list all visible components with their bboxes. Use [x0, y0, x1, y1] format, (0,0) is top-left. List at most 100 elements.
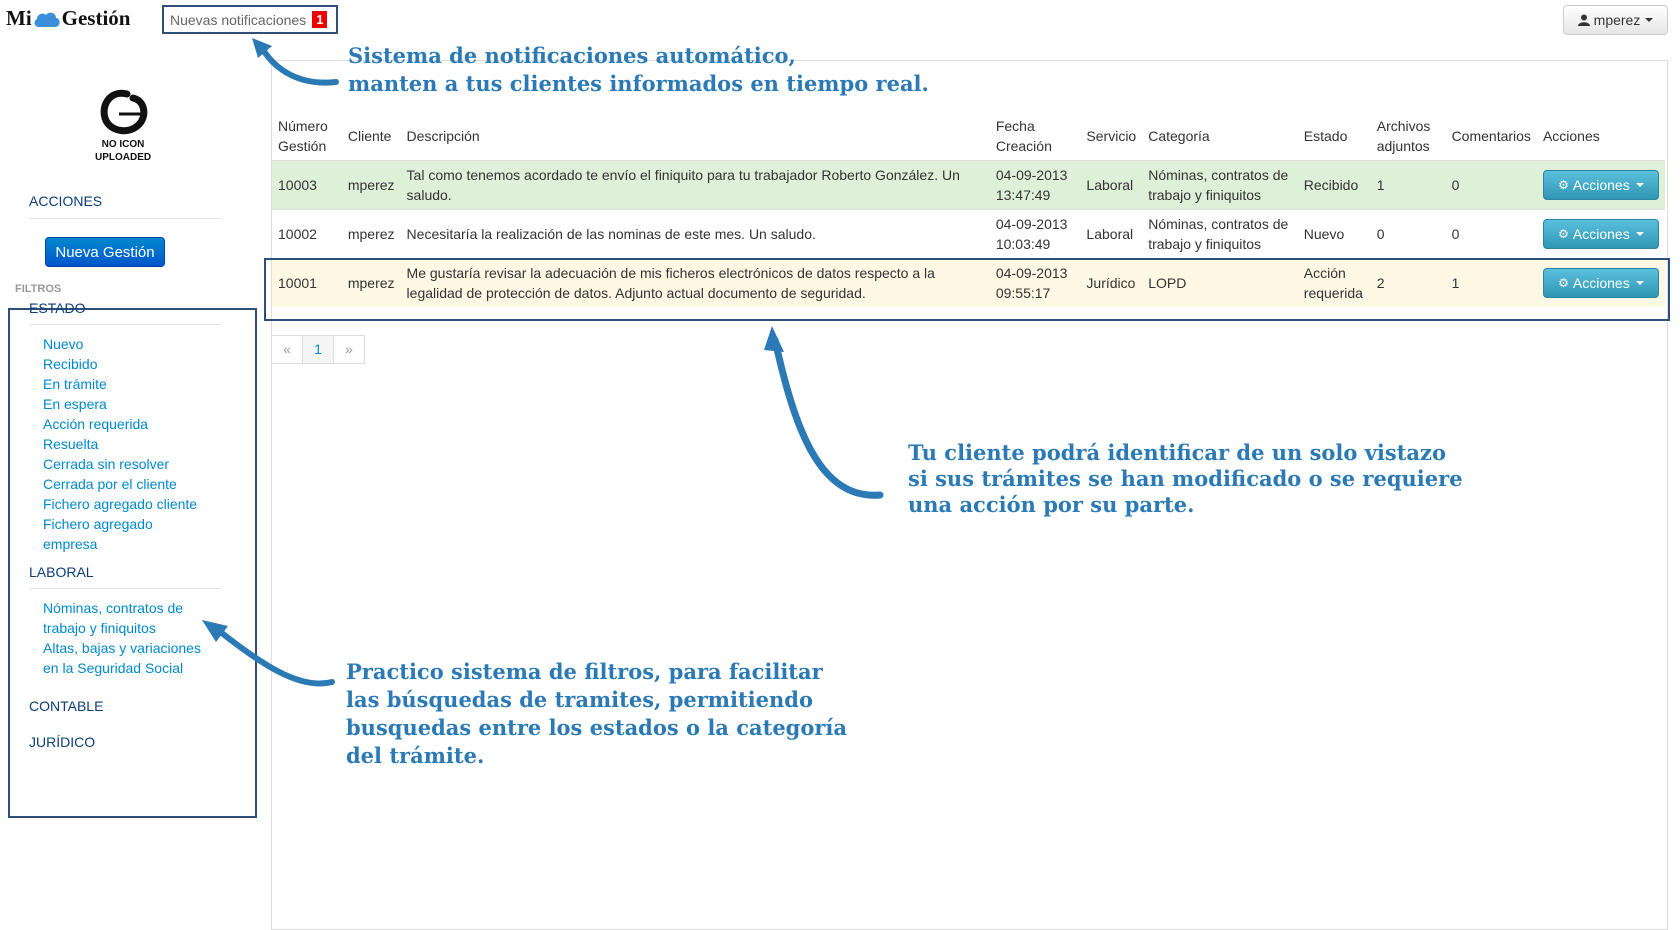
annotation-estado-line3: una acción por su parte. — [908, 492, 1195, 517]
cell-acciones: ⚙ Acciones — [1536, 209, 1665, 259]
annotation-estado-line2: si sus trámites se han modificado o se r… — [908, 466, 1463, 491]
table-row[interactable]: 10003 mperez Tal como tenemos acordado t… — [272, 160, 1665, 210]
filter-altas-bajas[interactable]: Altas, bajas y variaciones — [43, 638, 201, 658]
filter-en-espera[interactable]: En espera — [43, 394, 197, 414]
cell-descripcion: Tal como tenemos acordado te envío el fi… — [400, 160, 990, 210]
table-row[interactable]: 10002 mperez Necesitaría la realización … — [272, 209, 1665, 259]
header-categoria[interactable]: Categoría — [1142, 112, 1298, 161]
filter-cerrada-por-cliente[interactable]: Cerrada por el cliente — [43, 474, 197, 494]
annotation-filtros-line2: las búsquedas de tramites, permitiendo — [346, 687, 813, 712]
header-numero-line1: Número — [278, 118, 328, 134]
pagination-next[interactable]: » — [333, 335, 365, 364]
filter-altas-bajas-cont[interactable]: en la Seguridad Social — [43, 658, 201, 678]
header-estado[interactable]: Estado — [1298, 112, 1371, 161]
filter-accion-requerida[interactable]: Acción requerida — [43, 414, 197, 434]
cloud-icon — [34, 12, 60, 27]
cell-comentarios: 0 — [1445, 160, 1537, 210]
filter-fichero-agregado-cliente[interactable]: Fichero agregado cliente — [43, 494, 197, 514]
chevron-down-icon — [1635, 232, 1644, 236]
cell-categoria: Nóminas, contratos de trabajo y finiquit… — [1142, 160, 1298, 210]
header-servicio[interactable]: Servicio — [1080, 112, 1142, 161]
pagination-page-1[interactable]: 1 — [302, 335, 334, 364]
header-archivos[interactable]: Archivos adjuntos — [1371, 112, 1446, 161]
header-fecha-line1: Fecha — [995, 118, 1035, 134]
cell-servicio: Laboral — [1080, 209, 1143, 259]
filter-heading-laboral[interactable]: LABORAL — [29, 564, 94, 580]
laboral-filter-list: Nóminas, contratos de trabajo y finiquit… — [43, 598, 201, 678]
filter-nuevo[interactable]: Nuevo — [43, 334, 197, 354]
cell-fecha-date: 04-09-2013 — [995, 216, 1068, 232]
annotation-estado: Tu cliente podrá identificar de un solo … — [908, 440, 1463, 518]
filter-resuelta[interactable]: Resuelta — [43, 434, 197, 454]
client-logo: NO ICON UPLOADED — [95, 88, 151, 164]
cell-archivos: 1 — [1370, 160, 1446, 210]
logo-caption-2: UPLOADED — [95, 152, 152, 163]
acciones-dropdown-button[interactable]: ⚙ Acciones — [1542, 219, 1659, 249]
notifications-count-badge: 1 — [312, 11, 328, 28]
divider — [29, 218, 221, 219]
cell-fecha-date: 04-09-2013 — [995, 167, 1068, 183]
filter-fichero-agregado-empresa[interactable]: Fichero agregado — [43, 514, 197, 534]
user-name: mperez — [1593, 12, 1641, 28]
pagination: « 1 » — [271, 335, 365, 364]
filter-recibido[interactable]: Recibido — [43, 354, 197, 374]
header-numero[interactable]: Número Gestión — [272, 112, 342, 161]
cell-estado: Nuevo — [1297, 209, 1371, 259]
cell-acciones: ⚙ Acciones — [1536, 160, 1665, 210]
cell-servicio: Laboral — [1080, 160, 1143, 210]
cell-estado: Recibido — [1297, 160, 1371, 210]
annotation-filtros: Practico sistema de filtros, para facili… — [346, 658, 847, 770]
annotation-notifications-line1: Sistema de notificaciones automático, — [348, 43, 796, 68]
filter-heading-contable[interactable]: CONTABLE — [29, 698, 103, 714]
header-descripcion[interactable]: Descripción — [401, 112, 990, 161]
cell-fecha-time: 13:47:49 — [995, 187, 1051, 203]
acciones-label: Acciones — [1572, 226, 1630, 242]
filter-cerrada-sin-resolver[interactable]: Cerrada sin resolver — [43, 454, 197, 474]
header-archivos-line1: Archivos — [1376, 118, 1431, 134]
header-acciones: Acciones — [1542, 128, 1600, 144]
notifications-link[interactable]: Nuevas notificaciones 1 — [162, 5, 338, 34]
nueva-gestion-button[interactable]: Nueva Gestión — [45, 237, 165, 267]
acciones-label: Acciones — [1572, 177, 1630, 193]
cell-numero: 10002 — [272, 209, 342, 259]
filter-fichero-agregado-empresa-cont[interactable]: empresa — [43, 534, 197, 554]
cell-fecha: 04-09-2013 10:03:49 — [989, 209, 1081, 259]
filter-heading-estado[interactable]: ESTADO — [29, 300, 86, 316]
gear-icon: ⚙ — [1558, 227, 1569, 241]
header-cliente[interactable]: Cliente — [342, 112, 401, 161]
acciones-heading: ACCIONES — [29, 193, 103, 209]
estado-filter-list: Nuevo Recibido En trámite En espera Acci… — [43, 334, 197, 554]
filter-heading-juridico[interactable]: JURÍDICO — [29, 734, 95, 750]
cell-cliente: mperez — [341, 209, 401, 259]
chevron-down-icon — [1645, 18, 1654, 22]
header-numero-line2: Gestión — [278, 138, 327, 154]
row-highlight-frame — [264, 258, 1670, 321]
divider — [29, 324, 221, 325]
table-header-row: Número Gestión Cliente Descripción Fecha C… — [272, 112, 1665, 161]
filter-nominas-cont[interactable]: trabajo y finiquitos — [43, 618, 201, 638]
app-logo[interactable]: Mi Gestión — [6, 6, 131, 31]
acciones-dropdown-button[interactable]: ⚙ Acciones — [1542, 170, 1659, 200]
header-archivos-line2: adjuntos — [1376, 138, 1430, 154]
cell-categoria: Nóminas, contratos de trabajo y finiquit… — [1142, 209, 1298, 259]
filter-en-tramite[interactable]: En trámite — [43, 374, 197, 394]
annotation-filtros-line3: busquedas entre los estados o la categor… — [346, 715, 848, 740]
annotation-filtros-line1: Practico sistema de filtros, para facili… — [346, 659, 823, 684]
user-menu-button[interactable]: mperez — [1563, 5, 1668, 35]
logo-caption-1: NO ICON — [101, 139, 145, 150]
enso-circle-icon — [100, 89, 148, 135]
filtros-label: FILTROS — [15, 283, 62, 295]
gear-icon: ⚙ — [1558, 178, 1569, 192]
user-icon — [1577, 14, 1590, 26]
filter-nominas[interactable]: Nóminas, contratos de — [43, 598, 201, 618]
chevron-down-icon — [1635, 183, 1644, 187]
header-comentarios[interactable]: Comentarios — [1446, 112, 1537, 161]
header-fecha[interactable]: Fecha Creación — [990, 112, 1081, 161]
pagination-prev[interactable]: « — [271, 335, 303, 364]
cell-numero: 10003 — [272, 160, 342, 210]
cell-archivos: 0 — [1370, 209, 1446, 259]
cell-fecha: 04-09-2013 13:47:49 — [989, 160, 1081, 210]
cell-cliente: mperez — [341, 160, 401, 210]
logo-text-mi: Mi — [6, 6, 32, 30]
cell-descripcion: Necesitaría la realización de las nomina… — [400, 209, 990, 259]
